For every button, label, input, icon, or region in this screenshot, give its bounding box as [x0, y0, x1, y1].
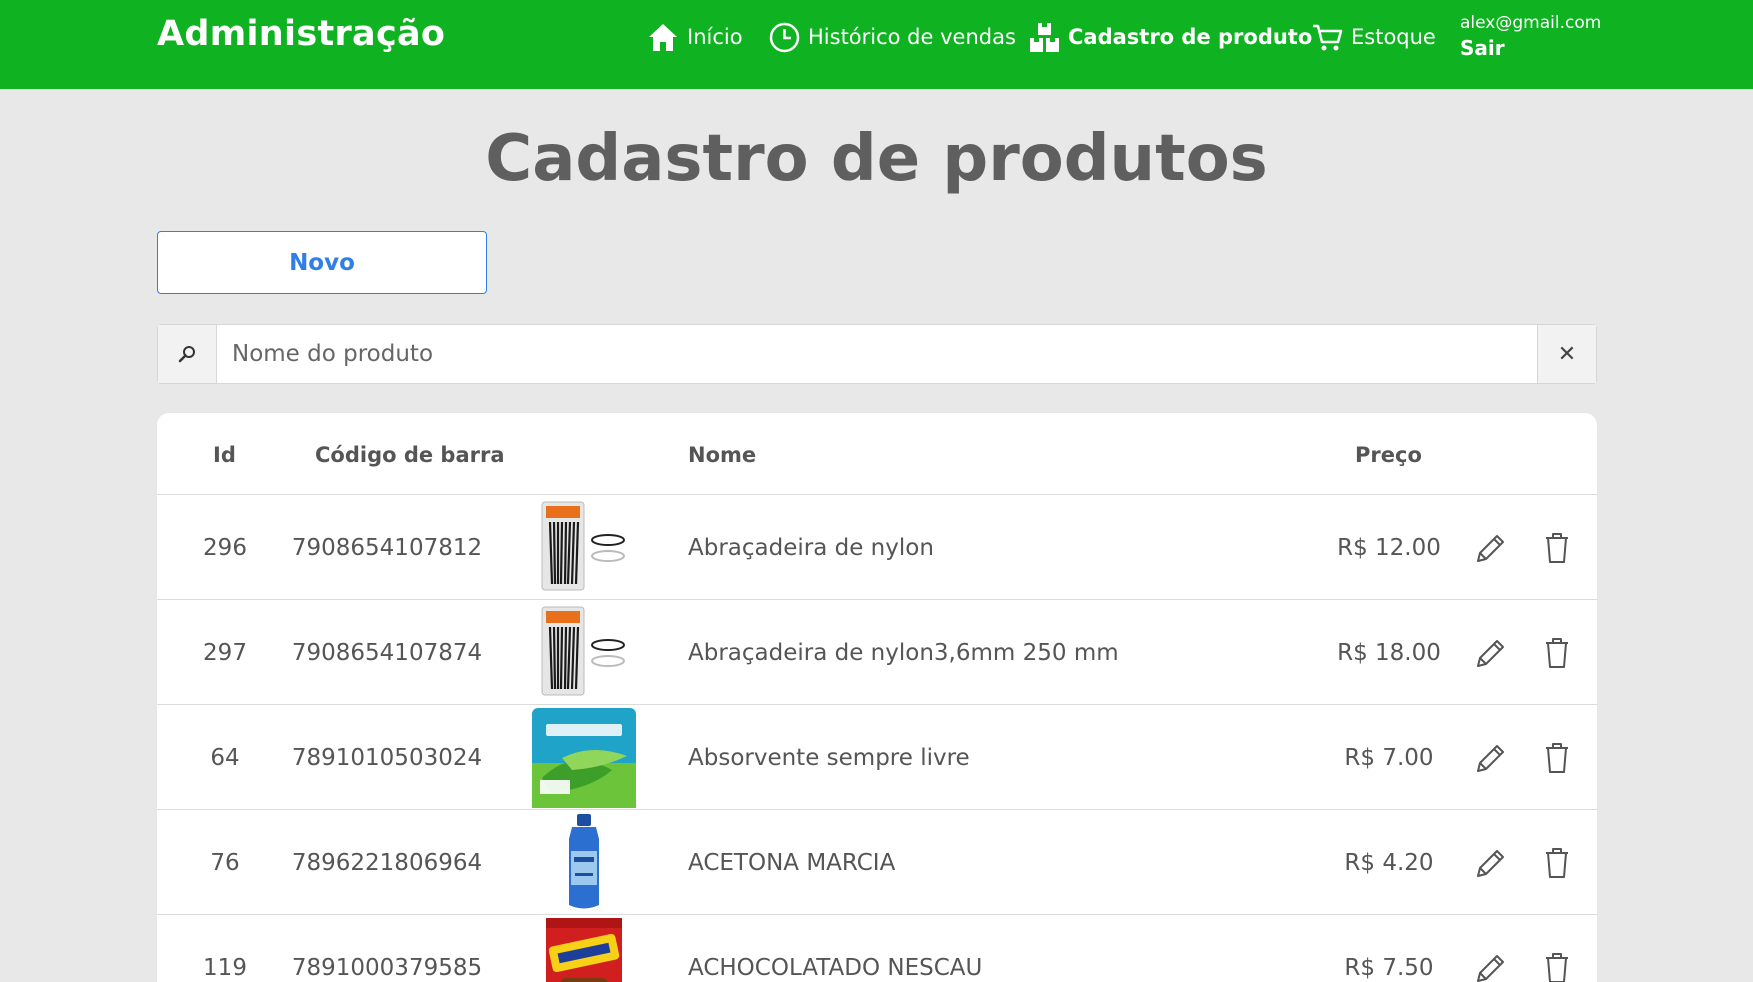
page-title: Cadastro de produtos: [485, 122, 1268, 196]
clear-search-button[interactable]: ✕: [1537, 325, 1596, 383]
row-barcode: 7908654107874: [291, 639, 483, 666]
chocolate-powder-can-image: [546, 917, 622, 982]
search-icon-box: [158, 325, 217, 383]
column-header-barcode: Código de barra: [315, 443, 505, 467]
row-price: R$ 4.20: [1344, 849, 1434, 876]
search-input[interactable]: [217, 325, 1537, 383]
row-price: R$ 7.00: [1344, 744, 1434, 771]
row-price: R$ 18.00: [1337, 639, 1441, 666]
pencil-icon: [1477, 534, 1504, 562]
delete-button[interactable]: [1537, 810, 1577, 915]
clock-icon: [769, 22, 800, 52]
trash-icon: [1546, 952, 1568, 982]
delete-button[interactable]: [1537, 915, 1577, 982]
app-title: Administração: [157, 14, 446, 54]
cart-icon: [1313, 24, 1343, 50]
row-barcode: 7896221806964: [291, 849, 483, 876]
trash-icon: [1546, 847, 1568, 878]
delete-button[interactable]: [1537, 705, 1577, 810]
logout-link[interactable]: Sair: [1460, 34, 1601, 62]
row-id: 119: [203, 954, 247, 981]
top-navbar: Administração Início Histórico de vendas…: [0, 0, 1753, 89]
row-price: R$ 12.00: [1337, 534, 1441, 561]
nav-label-cadastro: Cadastro de produto: [1068, 25, 1313, 49]
delete-button[interactable]: [1537, 600, 1577, 705]
edit-button[interactable]: [1469, 600, 1513, 705]
row-barcode: 7908654107812: [291, 534, 483, 561]
row-id: 296: [203, 534, 247, 561]
row-name: ACETONA MARCIA: [688, 849, 896, 876]
user-box: alex@gmail.com Sair: [1460, 12, 1601, 62]
pencil-icon: [1477, 954, 1504, 982]
row-barcode: 7891010503024: [291, 744, 483, 771]
table-row: 297 7908654107874 Abraçadeira de nylon3,…: [157, 600, 1597, 705]
nav-item-estoque[interactable]: Estoque: [1312, 20, 1436, 54]
acetone-bottle-image: [569, 813, 599, 908]
row-barcode: 7891000379585: [291, 954, 483, 981]
edit-button[interactable]: [1469, 495, 1513, 600]
delete-button[interactable]: [1537, 495, 1577, 600]
home-icon: [649, 24, 677, 51]
table-row: 64 7891010503024 Absorvente sempre livre…: [157, 705, 1597, 810]
product-image: [532, 705, 636, 810]
trash-icon: [1546, 532, 1568, 563]
user-email: alex@gmail.com: [1460, 13, 1602, 33]
nav-label-historico: Histórico de vendas: [808, 25, 1016, 49]
product-image: [532, 495, 636, 600]
search-icon: [178, 346, 195, 363]
nav-item-historico[interactable]: Histórico de vendas: [769, 20, 1016, 54]
pencil-icon: [1477, 744, 1504, 772]
new-product-button[interactable]: Novo: [157, 231, 487, 294]
trash-icon: [1546, 742, 1568, 773]
table-row: 296 7908654107812 Abraçadeira de nylon R…: [157, 495, 1597, 600]
products-table: Id Código de barra Nome Preço 296 790865…: [157, 413, 1597, 982]
cable-ties-package-image: [541, 501, 625, 590]
row-id: 76: [210, 849, 240, 876]
row-name: Absorvente sempre livre: [688, 744, 970, 771]
boxes-icon: [1030, 22, 1059, 52]
column-header-name: Nome: [688, 443, 757, 467]
nav-label-estoque: Estoque: [1351, 25, 1436, 49]
table-row: 119 7891000379585 ACHOCOLATADO NESCAU R$…: [157, 915, 1597, 982]
close-icon: ✕: [1557, 341, 1577, 367]
table-row: 76 7896221806964 ACETONA MARCIA R$ 4.20: [157, 810, 1597, 915]
pencil-icon: [1477, 849, 1504, 877]
nav-label-inicio: Início: [687, 25, 743, 49]
product-image: [532, 600, 636, 705]
trash-icon: [1546, 637, 1568, 668]
edit-button[interactable]: [1469, 810, 1513, 915]
column-header-id: Id: [213, 443, 236, 467]
product-image: [532, 915, 636, 982]
row-name: Abraçadeira de nylon3,6mm 250 mm: [688, 639, 1119, 666]
nav-item-cadastro[interactable]: Cadastro de produto: [1029, 20, 1312, 54]
edit-button[interactable]: [1469, 705, 1513, 810]
column-header-price: Preço: [1355, 443, 1422, 467]
product-image: [532, 810, 636, 915]
row-id: 297: [203, 639, 247, 666]
row-name: Abraçadeira de nylon: [688, 534, 934, 561]
edit-button[interactable]: [1469, 915, 1513, 982]
table-header: Id Código de barra Nome Preço: [157, 413, 1597, 495]
row-name: ACHOCOLATADO NESCAU: [688, 954, 983, 981]
row-id: 64: [210, 744, 240, 771]
pencil-icon: [1477, 639, 1504, 667]
search-bar: ✕: [157, 324, 1597, 384]
row-price: R$ 7.50: [1344, 954, 1434, 981]
sanitary-pad-package-image: [532, 707, 636, 808]
cable-ties-package-image: [541, 606, 625, 695]
nav-item-inicio[interactable]: Início: [647, 20, 743, 54]
